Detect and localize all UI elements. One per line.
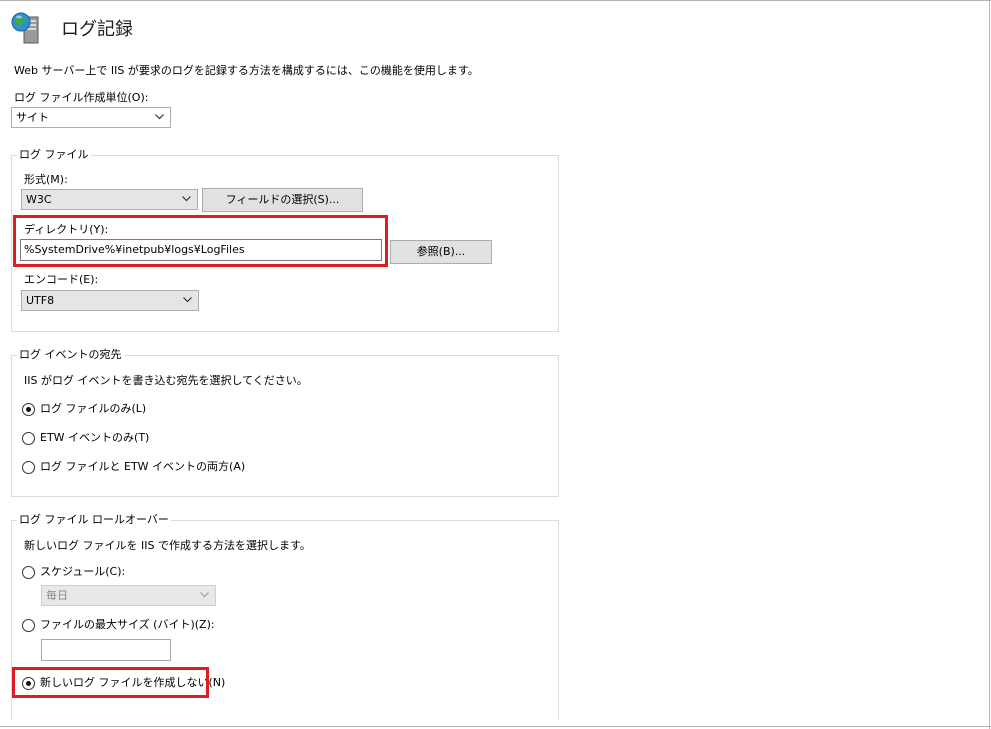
radio-both-label[interactable]: ログ ファイルと ETW イベントの両方(A) (40, 460, 245, 474)
schedule-select[interactable]: 毎日 (41, 585, 216, 606)
format-label: 形式(M): (24, 173, 68, 186)
encoding-label: エンコード(E): (24, 273, 99, 286)
radio-log-file-only[interactable] (22, 403, 35, 416)
format-value: W3C (26, 193, 52, 206)
radio-max-size[interactable] (22, 619, 35, 632)
radio-schedule-label[interactable]: スケジュール(C): (40, 565, 125, 579)
log-file-legend: ログ ファイル (17, 148, 91, 162)
page-title: ログ記録 (61, 19, 133, 40)
chevron-down-icon (155, 114, 164, 120)
chevron-down-icon (183, 297, 192, 303)
window-right-border (989, 0, 990, 729)
globe-server-icon (11, 12, 39, 44)
rollover-description: 新しいログ ファイルを IIS で作成する方法を選択します。 (24, 539, 311, 552)
radio-schedule[interactable] (22, 566, 35, 579)
radio-etw-only[interactable] (22, 432, 35, 445)
log-unit-select[interactable]: サイト (11, 107, 171, 128)
window-bottom-border (0, 726, 991, 727)
page-description: Web サーバー上で IIS が要求のログを記録する方法を構成するには、この機能… (14, 64, 479, 77)
window-top-border (0, 0, 991, 1)
format-select[interactable]: W3C (21, 189, 198, 210)
chevron-down-icon (182, 196, 191, 202)
encoding-select[interactable]: UTF8 (21, 290, 199, 311)
encoding-value: UTF8 (26, 294, 55, 307)
log-unit-label: ログ ファイル作成単位(O): (14, 91, 149, 104)
event-destination-description: IIS がログ イベントを書き込む宛先を選択してください。 (24, 374, 308, 387)
directory-highlight-box (13, 215, 388, 267)
rollover-legend: ログ ファイル ロールオーバー (17, 513, 171, 527)
no-new-file-highlight-box (12, 667, 209, 698)
log-unit-value: サイト (16, 111, 49, 124)
select-fields-button[interactable]: フィールドの選択(S)... (202, 188, 363, 212)
radio-max-size-label[interactable]: ファイルの最大サイズ (バイト)(Z): (40, 618, 215, 632)
radio-etw-only-label[interactable]: ETW イベントのみ(T) (40, 431, 149, 445)
event-destination-legend: ログ イベントの宛先 (17, 348, 124, 362)
max-size-input[interactable] (41, 639, 171, 661)
radio-both[interactable] (22, 461, 35, 474)
radio-log-file-only-label[interactable]: ログ ファイルのみ(L) (40, 402, 146, 416)
chevron-down-icon (200, 592, 209, 598)
schedule-value: 毎日 (46, 589, 68, 602)
browse-button[interactable]: 参照(B)... (390, 240, 492, 264)
